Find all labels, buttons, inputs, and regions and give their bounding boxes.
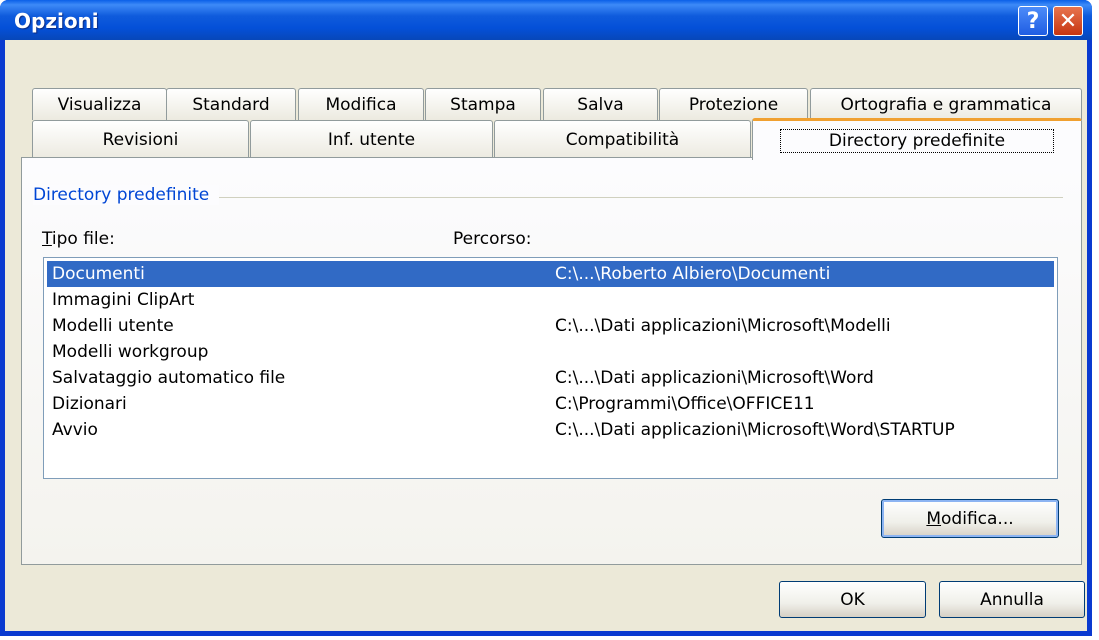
tipo-cell: Modelli workgroup (52, 342, 209, 362)
tab-label: Standard (192, 94, 270, 115)
title-bar[interactable]: Opzioni ? ✕ (0, 0, 1092, 40)
tab-label: Visualizza (57, 94, 142, 115)
list-item[interactable]: Modelli workgroup (47, 339, 1054, 365)
ok-button-label: OK (840, 589, 865, 610)
tab-standard[interactable]: Standard (166, 88, 296, 120)
list-item[interactable]: Salvataggio automatico file C:\...\Dati a… (47, 365, 1054, 391)
column-header-tipo: Tipo file: (42, 229, 115, 249)
tab-label: Ortografia e grammatica (840, 94, 1052, 115)
list-item[interactable]: Immagini ClipArt (47, 287, 1054, 313)
tab-revisioni[interactable]: Revisioni (32, 120, 249, 158)
tab-modifica[interactable]: Modifica (298, 88, 424, 120)
ok-button[interactable]: OK (779, 581, 926, 618)
help-icon: ? (1026, 8, 1040, 34)
cancel-button[interactable]: Annulla (939, 581, 1085, 618)
tab-directory-predefinite[interactable]: Directory predefinite (752, 118, 1082, 160)
percorso-cell: C:\...\Dati applicazioni\Microsoft\Word (555, 368, 874, 388)
tab-inf-utente[interactable]: Inf. utente (250, 120, 493, 158)
directory-listbox[interactable]: Documenti C:\...\Roberto Albiero\Document… (43, 257, 1058, 479)
modify-button[interactable]: Modifica... (881, 499, 1059, 538)
tab-label: Revisioni (102, 129, 179, 150)
tab-stampa[interactable]: Stampa (425, 88, 541, 120)
tab-label: Inf. utente (327, 129, 416, 150)
options-dialog: Opzioni ? ✕ Visualizza Standard Modifica… (0, 0, 1092, 636)
tab-label: Directory predefinite (779, 128, 1055, 153)
percorso-cell: C:\...\Roberto Albiero\Documenti (555, 264, 831, 284)
percorso-cell: C:\...\Dati applicazioni\Microsoft\Model… (555, 316, 891, 336)
tab-label: Protezione (688, 94, 779, 115)
tab-label: Compatibilità (565, 129, 680, 150)
tab-salva[interactable]: Salva (543, 88, 658, 120)
column-header-percorso: Percorso: (453, 229, 532, 249)
tab-label: Modifica (325, 94, 397, 115)
tab-ortografia[interactable]: Ortografia e grammatica (810, 88, 1082, 120)
column-header-text: ipo file: (51, 229, 115, 249)
tipo-cell: Avvio (52, 420, 98, 440)
help-button[interactable]: ? (1018, 6, 1048, 36)
list-item[interactable]: Documenti C:\...\Roberto Albiero\Document… (47, 261, 1054, 287)
group-label: Directory predefinite (33, 185, 220, 205)
tab-protezione[interactable]: Protezione (659, 88, 808, 120)
mnemonic-letter: M (926, 508, 942, 529)
tipo-cell: Salvataggio automatico file (52, 368, 286, 388)
tipo-cell: Modelli utente (52, 316, 174, 336)
dialog-body: Visualizza Standard Modifica Stampa Salv… (5, 40, 1087, 631)
mnemonic-letter: T (42, 229, 52, 249)
tab-label: Salva (577, 94, 624, 115)
tab-compatibilita[interactable]: Compatibilità (494, 120, 751, 158)
tipo-cell: Documenti (52, 264, 145, 284)
window-title: Opzioni (14, 9, 99, 33)
list-item[interactable]: Dizionari C:\Programmi\Office\OFFICE11 (47, 391, 1054, 417)
close-button[interactable]: ✕ (1053, 6, 1083, 36)
modify-button-label: odifica... (941, 508, 1014, 529)
list-item[interactable]: Modelli utente C:\...\Dati applicazioni\M… (47, 313, 1054, 339)
tipo-cell: Dizionari (52, 394, 127, 414)
close-icon: ✕ (1058, 8, 1078, 34)
tipo-cell: Immagini ClipArt (52, 290, 195, 310)
cancel-button-label: Annulla (980, 589, 1044, 610)
tab-label: Stampa (450, 94, 516, 115)
percorso-cell: C:\Programmi\Office\OFFICE11 (555, 394, 815, 414)
list-item[interactable]: Avvio C:\...\Dati applicazioni\Microsoft\… (47, 417, 1054, 443)
percorso-cell: C:\...\Dati applicazioni\Microsoft\Word\… (555, 420, 955, 440)
tab-visualizza[interactable]: Visualizza (32, 88, 167, 120)
